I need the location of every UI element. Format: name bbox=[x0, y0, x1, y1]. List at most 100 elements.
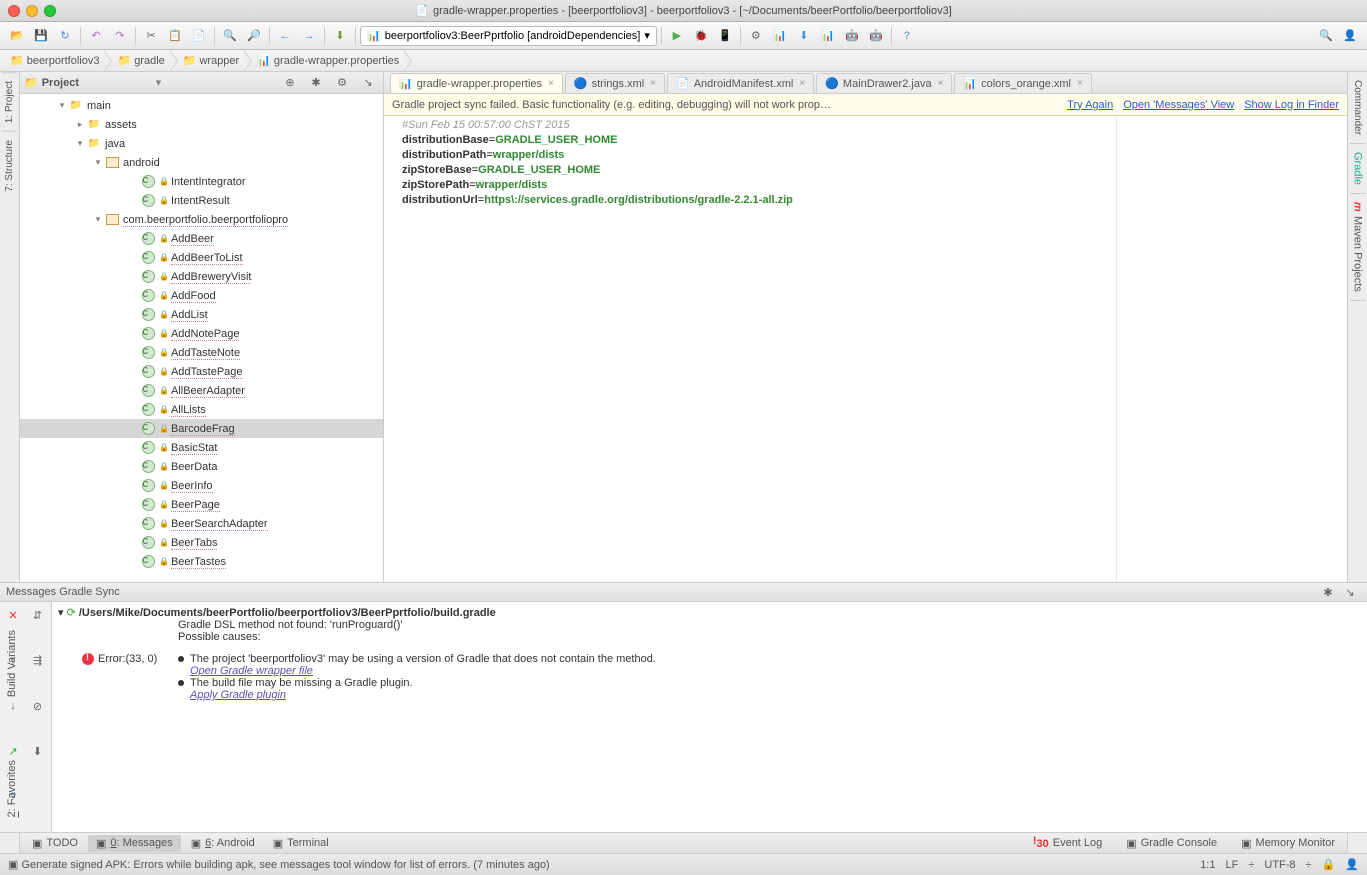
tree-node-beerinfo[interactable]: C🔒BeerInfo bbox=[20, 476, 383, 495]
user-icon[interactable]: 👤 bbox=[1339, 25, 1361, 47]
tree-node-alllists[interactable]: C🔒AllLists bbox=[20, 400, 383, 419]
crumb-3[interactable]: 📊gradle-wrapper.properties bbox=[251, 50, 411, 71]
tree-node-java[interactable]: ▾📁java bbox=[20, 134, 383, 153]
sync-icon[interactable]: ↻ bbox=[54, 25, 76, 47]
tree-node-allbeeradapter[interactable]: C🔒AllBeerAdapter bbox=[20, 381, 383, 400]
hide-icon[interactable]: ↘ bbox=[1339, 581, 1361, 603]
gear-icon[interactable]: ✱ bbox=[1317, 581, 1339, 603]
open-wrapper-link[interactable]: Open Gradle wrapper file bbox=[190, 665, 313, 677]
avd-icon[interactable]: ⚙ bbox=[745, 25, 767, 47]
caret-position[interactable]: 1:1 bbox=[1200, 859, 1215, 871]
tree-node-beertastes[interactable]: C🔒BeerTastes bbox=[20, 552, 383, 571]
tree-node-addnotepage[interactable]: C🔒AddNotePage bbox=[20, 324, 383, 343]
filter-icon[interactable]: ⊘ bbox=[27, 695, 49, 717]
expand-icon[interactable]: ⇵ bbox=[27, 604, 49, 626]
run-icon[interactable]: ▶ bbox=[666, 25, 688, 47]
bottom-tab-terminal[interactable]: ▣Terminal bbox=[265, 835, 337, 852]
tab-colors-orange-xml[interactable]: 📊colors_orange.xml× bbox=[954, 73, 1091, 93]
make-icon[interactable]: ⬇ bbox=[329, 25, 351, 47]
code-editor[interactable]: #Sun Feb 15 00:57:00 ChST 2015distributi… bbox=[384, 116, 1347, 582]
maximize-window-button[interactable] bbox=[44, 5, 56, 17]
crumb-2[interactable]: 📁wrapper bbox=[177, 50, 251, 71]
tree-node-intentresult[interactable]: C🔒IntentResult bbox=[20, 191, 383, 210]
cut-icon[interactable]: ✂ bbox=[140, 25, 162, 47]
tab-maindrawer2-java[interactable]: 🔵MainDrawer2.java× bbox=[816, 73, 952, 93]
minimize-window-button[interactable] bbox=[26, 5, 38, 17]
rail-maven[interactable]: m Maven Projects bbox=[1350, 194, 1366, 301]
bottom-tab-0-messages[interactable]: ▣0: Messages bbox=[88, 835, 181, 852]
crumb-1[interactable]: 📁gradle bbox=[111, 50, 176, 71]
lock-icon[interactable]: 🔒 bbox=[1322, 858, 1336, 871]
tab-strings-xml[interactable]: 🔵strings.xml× bbox=[565, 73, 665, 93]
tree-node-basicstat[interactable]: C🔒BasicStat bbox=[20, 438, 383, 457]
tree-node-addbreweryvisit[interactable]: C🔒AddBreweryVisit bbox=[20, 267, 383, 286]
tab-androidmanifest-xml[interactable]: 📄AndroidManifest.xml× bbox=[667, 73, 814, 93]
back-icon[interactable]: ← bbox=[274, 25, 296, 47]
rail-build-variants[interactable]: Build Variants bbox=[6, 630, 18, 697]
close-tab-icon[interactable]: × bbox=[650, 78, 656, 89]
line-ending[interactable]: LF bbox=[1225, 859, 1238, 871]
debug-icon[interactable]: 🐞 bbox=[690, 25, 712, 47]
attach-debugger-icon[interactable]: 📱 bbox=[714, 25, 736, 47]
tree-node-addlist[interactable]: C🔒AddList bbox=[20, 305, 383, 324]
tree-node-addbeertolist[interactable]: C🔒AddBeerToList bbox=[20, 248, 383, 267]
scroll-to-icon[interactable]: ⊕ bbox=[279, 72, 301, 94]
tree-node-beerpage[interactable]: C🔒BeerPage bbox=[20, 495, 383, 514]
undo-icon[interactable]: ↶ bbox=[85, 25, 107, 47]
android2-icon[interactable]: 🤖 bbox=[865, 25, 887, 47]
bottom-tab-event-log[interactable]: !30Event Log bbox=[1025, 833, 1110, 852]
messages-content[interactable]: ▾ ⟳ /Users/Mike/Documents/beerPortfolio/… bbox=[52, 602, 1367, 832]
rail-gradle[interactable]: Gradle bbox=[1350, 144, 1366, 194]
try-again-link[interactable]: Try Again bbox=[1067, 99, 1113, 111]
tree-node-barcodefrag[interactable]: C🔒BarcodeFrag bbox=[20, 419, 383, 438]
copy-icon[interactable]: 📋 bbox=[164, 25, 186, 47]
tree-node-com-beerportfolio-beerportfoliopro[interactable]: ▾com.beerportfolio.beerportfoliopro bbox=[20, 210, 383, 229]
tab-gradle-wrapper-properties[interactable]: 📊gradle-wrapper.properties× bbox=[390, 73, 563, 93]
tree-node-addtastepage[interactable]: C🔒AddTastePage bbox=[20, 362, 383, 381]
bottom-tab-todo[interactable]: ▣TODO bbox=[24, 835, 86, 852]
tree-node-addbeer[interactable]: C🔒AddBeer bbox=[20, 229, 383, 248]
down-icon[interactable]: ↓ bbox=[2, 695, 24, 717]
run-config-select[interactable]: 📊beerportfoliov3:BeerPprtfolio [androidD… bbox=[360, 26, 657, 46]
search-everywhere-icon[interactable]: 🔍 bbox=[1315, 25, 1337, 47]
tree-node-assets[interactable]: ▸📁assets bbox=[20, 115, 383, 134]
open-icon[interactable]: 📂 bbox=[6, 25, 28, 47]
rail-project[interactable]: 1: Project bbox=[2, 72, 17, 131]
sdk-icon[interactable]: 📊 bbox=[769, 25, 791, 47]
save-icon[interactable]: 💾 bbox=[30, 25, 52, 47]
bottom-tab-gradle-console[interactable]: ▣Gradle Console bbox=[1118, 833, 1225, 852]
collapse-icon[interactable]: ↘ bbox=[357, 72, 379, 94]
apply-plugin-link[interactable]: Apply Gradle plugin bbox=[190, 689, 286, 701]
hector-icon[interactable]: 👤 bbox=[1345, 858, 1359, 871]
tree-node-addtastenote[interactable]: C🔒AddTasteNote bbox=[20, 343, 383, 362]
tree-node-beertabs[interactable]: C🔒BeerTabs bbox=[20, 533, 383, 552]
crumb-0[interactable]: 📁beerportfoliov3 bbox=[4, 50, 111, 71]
file-encoding[interactable]: UTF-8 bbox=[1264, 859, 1295, 871]
close-window-button[interactable] bbox=[8, 5, 20, 17]
android-icon[interactable]: 🤖 bbox=[841, 25, 863, 47]
redo-icon[interactable]: ↷ bbox=[109, 25, 131, 47]
show-log-link[interactable]: Show Log in Finder bbox=[1244, 99, 1339, 111]
rail-favorites[interactable]: 2: Favorites bbox=[6, 760, 18, 817]
help-icon[interactable]: ? bbox=[896, 25, 918, 47]
rail-commander[interactable]: Commander bbox=[1350, 72, 1365, 144]
project-tree[interactable]: ▾📁main▸📁assets▾📁java▾androidC🔒IntentInte… bbox=[20, 94, 383, 582]
tree-node-intentintegrator[interactable]: C🔒IntentIntegrator bbox=[20, 172, 383, 191]
tree-node-android[interactable]: ▾android bbox=[20, 153, 383, 172]
close-tab-icon[interactable]: × bbox=[1077, 78, 1083, 89]
bottom-tab-6-android[interactable]: ▣6: Android bbox=[183, 835, 263, 852]
tree-node-beersearchadapter[interactable]: C🔒BeerSearchAdapter bbox=[20, 514, 383, 533]
close-icon[interactable]: ✕ bbox=[2, 604, 24, 626]
tree-node-main[interactable]: ▾📁main bbox=[20, 96, 383, 115]
tree-node-addfood[interactable]: C🔒AddFood bbox=[20, 286, 383, 305]
rail-structure[interactable]: 7: Structure bbox=[2, 131, 17, 200]
replace-icon[interactable]: 🔎 bbox=[243, 25, 265, 47]
monitor-icon[interactable]: 📊 bbox=[817, 25, 839, 47]
ddms-icon[interactable]: ⬇ bbox=[793, 25, 815, 47]
gear-icon[interactable]: ⚙ bbox=[331, 72, 353, 94]
find-icon[interactable]: 🔍 bbox=[219, 25, 241, 47]
collapse-all-icon[interactable]: ⇶ bbox=[27, 650, 49, 672]
close-tab-icon[interactable]: × bbox=[548, 78, 554, 89]
close-tab-icon[interactable]: × bbox=[938, 78, 944, 89]
paste-icon[interactable]: 📄 bbox=[188, 25, 210, 47]
